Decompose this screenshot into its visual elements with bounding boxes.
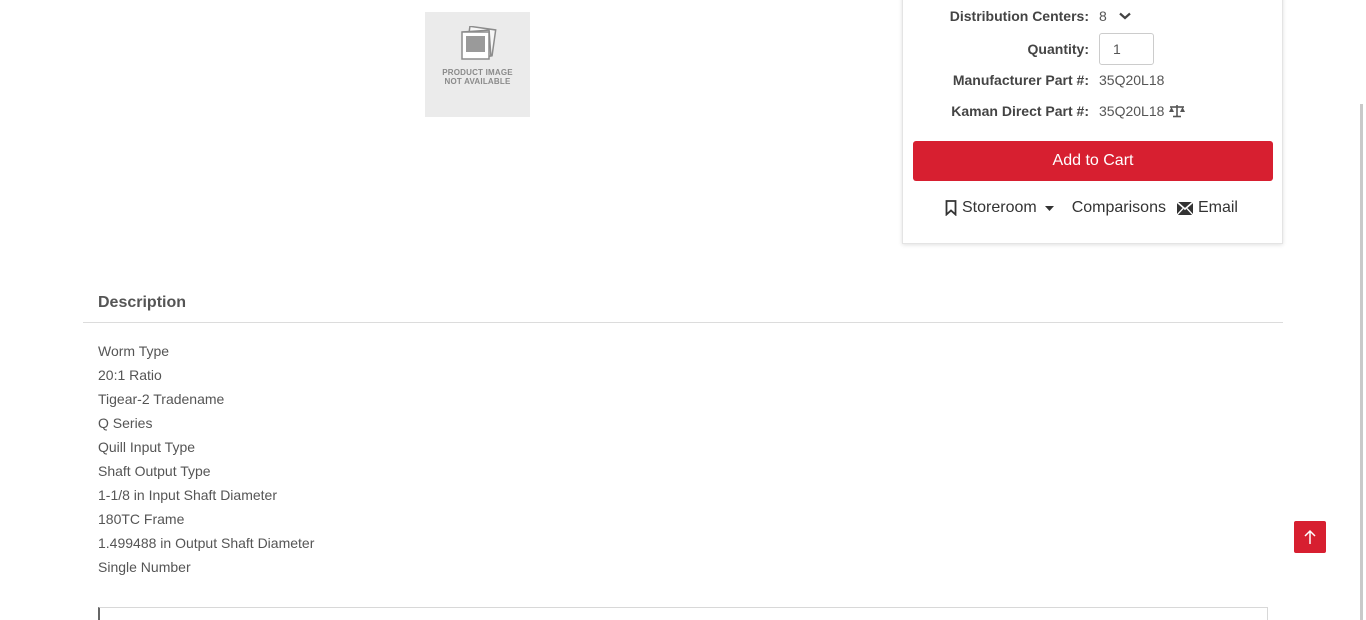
- list-item: Worm Type: [98, 343, 170, 359]
- comparisons-link[interactable]: Comparisons: [1072, 199, 1166, 217]
- arrow-up-icon: [1304, 529, 1316, 544]
- email-link[interactable]: Email: [1176, 199, 1238, 217]
- distribution-centers-toggle[interactable]: 8: [1099, 8, 1131, 24]
- page-scrollbar[interactable]: [1360, 104, 1363, 620]
- kaman-part-value: 35Q20L18: [1099, 103, 1165, 119]
- distribution-centers-row: Distribution Centers: 8: [903, 4, 1284, 28]
- list-item: 180TC Frame: [98, 511, 185, 527]
- envelope-icon: [1176, 201, 1193, 215]
- back-to-top-button[interactable]: [1294, 521, 1326, 553]
- distribution-centers-value: 8: [1099, 8, 1107, 24]
- storeroom-dropdown[interactable]: Storeroom: [945, 199, 1059, 217]
- product-page: PRODUCT IMAGE NOT AVAILABLE Distribution…: [0, 0, 1366, 620]
- list-item: Shaft Output Type: [98, 463, 211, 479]
- scale-icon[interactable]: [1168, 104, 1186, 118]
- add-to-cart-button[interactable]: Add to Cart: [913, 141, 1273, 181]
- list-item: 20:1 Ratio: [98, 367, 162, 383]
- list-item: Quill Input Type: [98, 439, 196, 455]
- quantity-label: Quantity:: [1027, 41, 1089, 57]
- quantity-input[interactable]: [1099, 33, 1154, 65]
- bottom-section-box: [98, 607, 1268, 620]
- list-item: Q Series: [98, 415, 153, 431]
- bookmark-icon: [945, 200, 957, 216]
- storeroom-label: Storeroom: [962, 199, 1037, 216]
- buy-panel: Distribution Centers: 8 Quantity: Manufa…: [902, 0, 1283, 244]
- quantity-row: Quantity:: [903, 33, 1284, 65]
- description-heading: Description: [98, 294, 187, 311]
- kaman-part-row: Kaman Direct Part #: 35Q20L18: [903, 99, 1284, 123]
- list-item: 1-1/8 in Input Shaft Diameter: [98, 487, 277, 503]
- list-item: 1.499488 in Output Shaft Diameter: [98, 535, 315, 551]
- list-item: Single Number: [98, 559, 191, 575]
- list-item: Tigear-2 Tradename: [98, 391, 225, 407]
- chevron-down-icon[interactable]: [1119, 12, 1131, 20]
- email-label: Email: [1197, 199, 1238, 216]
- manufacturer-part-row: Manufacturer Part #: 35Q20L18: [903, 68, 1284, 92]
- photo-stack-icon: [460, 26, 497, 60]
- no-image-text: PRODUCT IMAGE NOT AVAILABLE: [442, 68, 513, 86]
- product-image-placeholder: PRODUCT IMAGE NOT AVAILABLE: [425, 12, 530, 117]
- description-list: Worm Type 20:1 Ratio Tigear-2 Tradename …: [98, 341, 314, 581]
- description-divider: [83, 322, 1283, 323]
- manufacturer-part-label: Manufacturer Part #:: [952, 72, 1089, 88]
- caret-down-icon: [1044, 205, 1059, 211]
- panel-links: Storeroom Comparisons Email: [945, 199, 1238, 217]
- kaman-part-label: Kaman Direct Part #:: [951, 103, 1089, 119]
- manufacturer-part-value: 35Q20L18: [1099, 72, 1165, 88]
- distribution-centers-label: Distribution Centers:: [949, 8, 1089, 24]
